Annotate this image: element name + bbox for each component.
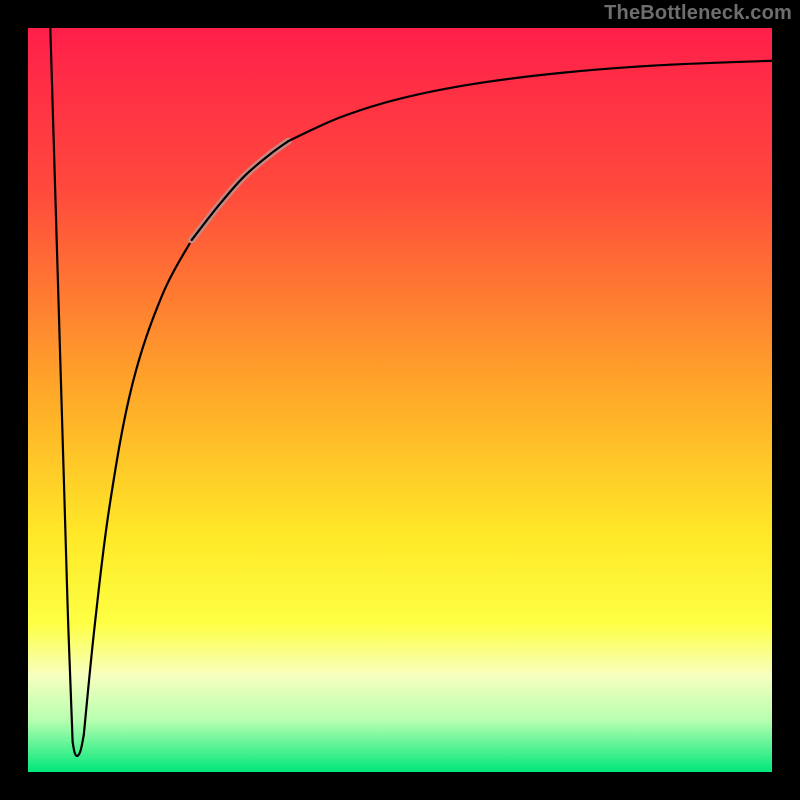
chart-svg [28, 28, 772, 772]
watermark-text: TheBottleneck.com [604, 2, 792, 25]
background-rect [28, 28, 772, 772]
chart-frame: TheBottleneck.com [0, 0, 800, 800]
plot-area [28, 28, 772, 772]
